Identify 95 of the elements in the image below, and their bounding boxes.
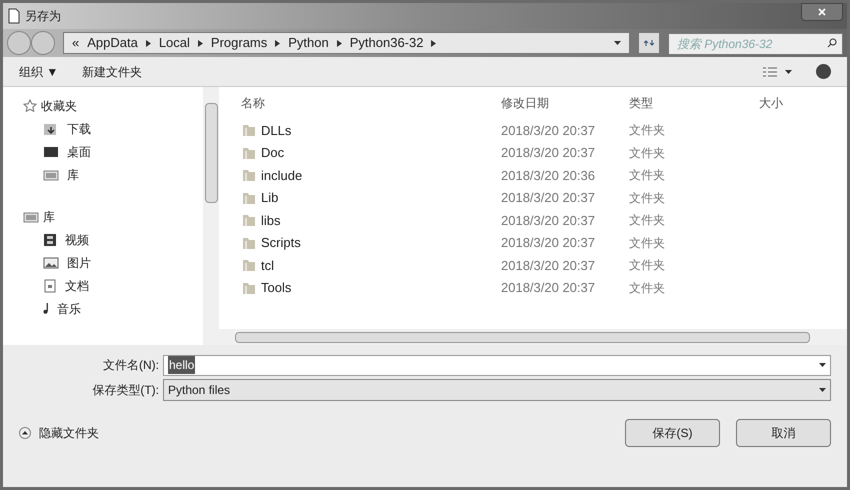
scrollbar-thumb[interactable] [235,332,810,342]
file-name[interactable]: Lib [261,188,278,208]
sidebar-item[interactable]: 库 [3,163,203,186]
column-header[interactable]: 类型 [629,94,759,112]
folder-icon [241,257,257,274]
search-field[interactable]: 搜索 Python36-32 [668,33,843,55]
music-note-icon [43,303,49,314]
column-header[interactable]: 大小 [759,94,819,112]
field-label: 文件名(N): [102,357,159,374]
file-type: 文件夹 [629,144,666,162]
chevron-right-icon [336,40,342,46]
file-type: 文件夹 [629,167,666,184]
dropdown-caret-icon [819,388,826,392]
file-type: 文件夹 [629,122,666,140]
file-name[interactable]: Scripts [261,233,301,252]
close-button[interactable] [801,3,843,21]
organize-menu[interactable]: 组织 ▼ [19,62,58,80]
film-icon [43,232,57,246]
sidebar-item[interactable]: 视频 [3,228,203,251]
cancel-button[interactable]: 取消 [736,419,831,447]
file-type: 文件夹 [629,190,666,207]
file-name[interactable]: DLLs [261,120,292,140]
breadcrumb-link[interactable]: Python [288,33,329,53]
library-icon [43,168,59,182]
group-label: 收藏夹 [41,98,77,115]
folder-icon [241,122,257,138]
breadcrumb-link[interactable]: Programs [210,33,268,53]
save-button[interactable]: 保存(S) [625,419,720,447]
file-name[interactable]: tcl [261,256,274,275]
dropdown-caret-icon [819,363,826,367]
new-folder-button[interactable]: 新建文件夹 [82,62,142,80]
file-type: 文件夹 [629,257,666,274]
modified-date: 2018/3/20 20:37 [501,256,596,274]
search-icon [827,38,837,48]
sidebar-item[interactable]: 下载 [3,117,203,140]
folder-download-icon [43,122,59,136]
star-icon [23,99,37,113]
document-icon [7,8,21,24]
file-name[interactable]: include [261,166,302,185]
group-label: 库 [43,209,55,226]
column-header[interactable]: 名称 [219,94,501,112]
sidebar-group[interactable]: 收藏夹 [3,95,203,117]
chevron-right-icon [275,40,280,46]
sidebar-group[interactable]: 库 [3,206,203,228]
back-button[interactable] [7,31,31,55]
document-icon [43,278,57,292]
modified-date: 2018/3/20 20:37 [501,189,596,207]
file-name[interactable]: Doc [261,143,284,162]
list-view-icon [763,66,777,76]
help-button[interactable] [816,64,831,79]
folder-icon [241,167,257,184]
forward-button[interactable] [31,31,55,55]
breadcrumb-link[interactable]: Local [158,33,190,53]
refresh-icon [644,38,654,48]
file-type: 文件夹 [629,234,666,252]
modified-date: 2018/3/20 20:37 [501,122,596,140]
dropdown-caret-icon [785,70,792,74]
filename-field[interactable]: hello [163,354,831,376]
image-icon [43,256,59,270]
modified-date: 2018/3/20 20:36 [501,166,596,184]
field-label: 保存类型(T): [91,382,159,399]
dropdown-caret-icon [614,41,621,45]
chevron-right-icon [431,40,436,46]
folder-icon [241,212,257,228]
file-type-dropdown[interactable]: Python files [163,379,831,401]
chevron-right-icon [198,40,203,46]
modified-date: 2018/3/20 20:37 [501,144,596,162]
close-icon [818,8,826,16]
modified-date: 2018/3/20 20:37 [501,234,596,252]
file-type: 文件夹 [629,212,666,230]
desktop-icon [43,144,59,158]
modified-date: 2018/3/20 20:37 [501,279,596,297]
sidebar-item[interactable]: 文档 [3,274,203,297]
sidebar-item[interactable]: 音乐 [3,297,203,320]
chevron-right-icon [146,40,151,46]
sidebar-scrollbar[interactable] [203,87,219,345]
sidebar-item[interactable]: 图片 [3,251,203,274]
overflow-chevron[interactable]: « [72,33,80,53]
horizontal-scrollbar[interactable] [219,329,847,345]
filename-value: hello [168,356,196,374]
library-icon [23,210,39,224]
file-name[interactable]: libs [261,210,281,230]
file-type: 文件夹 [629,280,666,297]
breadcrumb-link[interactable]: AppData [87,33,138,53]
breadcrumb-link[interactable]: Python36-32 [350,33,424,53]
column-header[interactable]: 修改日期 [501,94,629,112]
refresh-button[interactable] [638,32,660,54]
view-options-button[interactable] [763,66,792,76]
address-bar[interactable]: « AppData Local Programs Python Python36-32 [63,32,630,54]
modified-date: 2018/3/20 20:37 [501,212,596,230]
window-title: 另存为 [25,8,61,25]
file-name[interactable]: Tools [261,278,292,298]
scrollbar-thumb[interactable] [204,103,218,203]
hide-folders-toggle[interactable]: 隐藏文件夹 [19,424,99,442]
sidebar-item[interactable]: 桌面 [3,140,203,163]
